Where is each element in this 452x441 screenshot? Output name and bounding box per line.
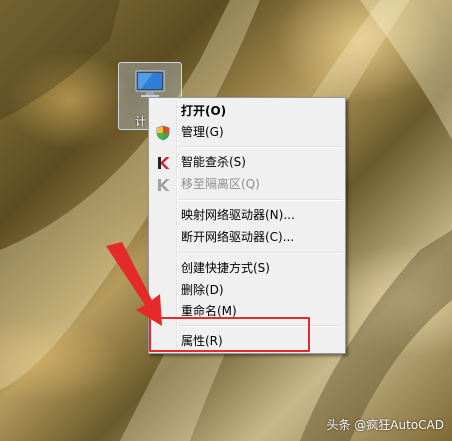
antivirus-k-icon — [158, 157, 170, 169]
menu-item-disconnect-network-drive[interactable]: 断开网络驱动器(C)... — [151, 227, 343, 248]
menu-item-manage[interactable]: 管理(G) — [151, 122, 343, 143]
context-menu: 打开(O) 管理(G) 智能查杀(S) 移至隔离区(Q) 映射网络驱动器(N).… — [148, 97, 346, 354]
computer-icon — [135, 70, 165, 97]
menu-item-delete[interactable]: 删除(D) — [151, 280, 343, 301]
menu-item-label: 移至隔离区(Q) — [181, 177, 260, 191]
menu-item-label: 打开(O) — [181, 104, 227, 118]
highlight-box — [149, 317, 310, 352]
menu-item-label: 管理(G) — [181, 125, 224, 139]
menu-separator — [179, 252, 341, 254]
menu-item-smart-scan[interactable]: 智能查杀(S) — [151, 152, 343, 173]
menu-item-create-shortcut[interactable]: 创建快捷方式(S) — [151, 258, 343, 279]
menu-separator — [179, 146, 341, 148]
menu-item-label: 智能查杀(S) — [181, 155, 246, 169]
pointer-arrow-icon — [106, 242, 162, 326]
menu-item-label: 删除(D) — [181, 283, 224, 297]
watermark-text: 头条 @疯狂AutoCAD — [326, 418, 444, 432]
uac-shield-icon — [156, 125, 170, 141]
menu-separator — [179, 199, 341, 201]
menu-item-label: 断开网络驱动器(C)... — [181, 230, 295, 244]
menu-item-label: 映射网络驱动器(N)... — [181, 208, 295, 222]
computer-icon-caption: 计 — [135, 115, 146, 128]
menu-item-map-network-drive[interactable]: 映射网络驱动器(N)... — [151, 205, 343, 226]
antivirus-k-gray-icon — [158, 179, 170, 191]
menu-item-label: 创建快捷方式(S) — [181, 261, 270, 275]
menu-item-open[interactable]: 打开(O) — [151, 101, 343, 122]
menu-item-quarantine[interactable]: 移至隔离区(Q) — [151, 174, 343, 195]
